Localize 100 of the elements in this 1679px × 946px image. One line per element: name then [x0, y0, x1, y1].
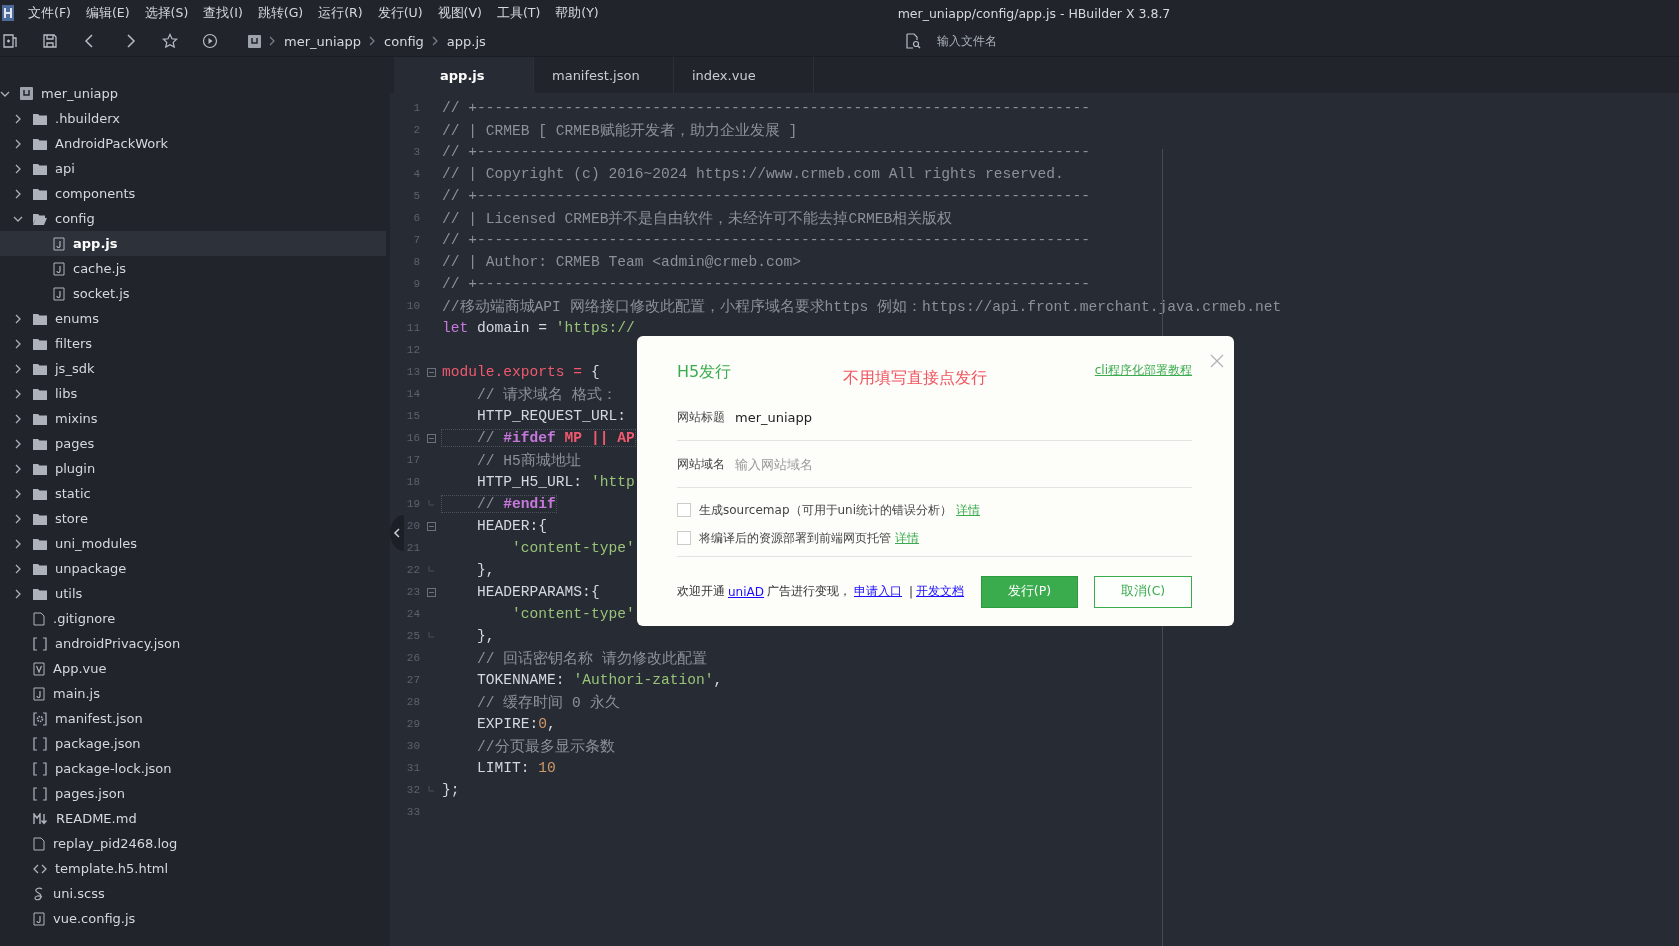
- chevron-icon[interactable]: [13, 163, 23, 174]
- dialog-title: H5发行: [677, 362, 732, 383]
- fold-icon[interactable]: [426, 367, 436, 377]
- tree-item[interactable]: uni.scss: [0, 881, 386, 906]
- menu-item[interactable]: 帮助(Y): [555, 4, 599, 22]
- tree-item[interactable]: androidPrivacy.json: [0, 631, 386, 656]
- tree-item[interactable]: components: [0, 181, 386, 206]
- menu-item[interactable]: 选择(S): [144, 4, 189, 22]
- folder-icon: [33, 587, 47, 600]
- chevron-icon[interactable]: [13, 563, 23, 574]
- tree-item[interactable]: package.json: [0, 731, 386, 756]
- tree-item[interactable]: pages.json: [0, 781, 386, 806]
- apply-link[interactable]: 申请入口: [854, 583, 902, 600]
- tree-item[interactable]: plugin: [0, 456, 386, 481]
- chevron-icon[interactable]: [13, 463, 23, 474]
- tree-item[interactable]: store: [0, 506, 386, 531]
- tree-item[interactable]: mer_uniapp: [0, 81, 386, 106]
- hint-text: 不用填写直接点发行: [843, 368, 988, 389]
- editor-tab[interactable]: app.js: [394, 57, 534, 93]
- menu-item[interactable]: 发行(U): [377, 4, 423, 22]
- chevron-icon[interactable]: [13, 188, 23, 199]
- tree-item[interactable]: static: [0, 481, 386, 506]
- collapse-sidebar-icon[interactable]: [390, 515, 404, 551]
- checkbox[interactable]: [677, 503, 691, 517]
- menu-item[interactable]: 视图(V): [437, 4, 482, 22]
- chevron-icon[interactable]: [13, 363, 23, 374]
- tree-item[interactable]: config: [0, 206, 386, 231]
- tree-item[interactable]: AndroidPackWork: [0, 131, 386, 156]
- chevron-icon[interactable]: [13, 338, 23, 349]
- input-field[interactable]: 输入网站域名: [733, 455, 1192, 473]
- chevron-icon[interactable]: [13, 438, 23, 449]
- star-icon[interactable]: [162, 33, 178, 49]
- breadcrumb-item[interactable]: config: [384, 33, 424, 49]
- line-number: 27: [405, 674, 420, 686]
- tree-item[interactable]: filters: [0, 331, 386, 356]
- tree-item[interactable]: uni_modules: [0, 531, 386, 556]
- separator: |: [909, 584, 914, 599]
- uniad-link[interactable]: uniAD: [728, 584, 764, 599]
- code-line: // +----------------------------------------------------------------------: [442, 188, 1091, 204]
- menu-item[interactable]: 工具(T): [496, 4, 541, 22]
- tree-item[interactable]: main.js: [0, 681, 386, 706]
- folder-icon: [33, 512, 47, 525]
- tree-item[interactable]: app.js: [0, 231, 386, 256]
- docs-link[interactable]: 开发文档: [916, 583, 965, 600]
- code-line: // | Copyright (c) 2016~2024 https://www.crmeb.com All rights reserved.: [442, 166, 1064, 182]
- code-line: HEADER:{: [476, 518, 548, 534]
- save-icon[interactable]: [42, 33, 58, 49]
- tree-item[interactable]: cache.js: [0, 256, 386, 281]
- tree-item[interactable]: socket.js: [0, 281, 386, 306]
- code-line: // +----------------------------------------------------------------------: [442, 276, 1091, 292]
- menu-item[interactable]: 查找(I): [203, 4, 243, 22]
- chevron-icon[interactable]: [13, 388, 23, 399]
- markdown-icon: [33, 812, 48, 825]
- footer-text: 广告进行变现，: [767, 583, 851, 600]
- line-number: 32: [405, 784, 420, 796]
- fold-icon[interactable]: [426, 521, 436, 531]
- tree-item[interactable]: api: [0, 156, 386, 181]
- tree-item[interactable]: manifest.json: [0, 706, 386, 731]
- file-search-field[interactable]: 输入文件名: [935, 33, 1679, 49]
- menu-item[interactable]: 编辑(E): [85, 4, 130, 22]
- code-line: },: [476, 562, 495, 578]
- tree-item[interactable]: README.md: [0, 806, 386, 831]
- js-file-icon: [33, 911, 45, 926]
- chevron-icon[interactable]: [13, 538, 23, 549]
- chevron-icon[interactable]: [13, 113, 23, 124]
- tree-item[interactable]: .gitignore: [0, 606, 386, 631]
- tree-item[interactable]: .hbuilderx: [0, 106, 386, 131]
- chevron-icon[interactable]: [13, 413, 23, 424]
- breadcrumb-item[interactable]: app.js: [446, 33, 486, 49]
- tree-item[interactable]: pages: [0, 431, 386, 456]
- menu-item[interactable]: 运行(R): [318, 4, 363, 22]
- menu-item[interactable]: 跳转(G): [257, 4, 304, 22]
- chevron-icon[interactable]: [13, 513, 23, 524]
- tree-item[interactable]: enums: [0, 306, 386, 331]
- breadcrumb-item[interactable]: mer_uniapp: [284, 33, 362, 49]
- tree-item[interactable]: package-lock.json: [0, 756, 386, 781]
- chevron-icon[interactable]: [13, 313, 23, 324]
- tree-item[interactable]: replay_pid2468.log: [0, 831, 386, 856]
- chevron-icon[interactable]: [13, 488, 23, 499]
- fold-icon[interactable]: [426, 587, 436, 597]
- run-icon[interactable]: [202, 33, 218, 49]
- menu-item[interactable]: 文件(F): [28, 4, 71, 22]
- fold-icon[interactable]: [426, 433, 436, 443]
- tree-item[interactable]: template.h5.html: [0, 856, 386, 881]
- tree-item[interactable]: mixins: [0, 406, 386, 431]
- tree-item[interactable]: App.vue: [0, 656, 386, 681]
- checkbox[interactable]: [677, 531, 691, 545]
- code-line: // #ifdef MP || AP: [442, 430, 635, 446]
- code-line: };: [442, 782, 460, 798]
- tree-item[interactable]: js_sdk: [0, 356, 386, 381]
- new-file-icon[interactable]: [2, 33, 18, 49]
- input-field[interactable]: mer_uniapp: [733, 408, 1192, 426]
- chevron-icon[interactable]: [13, 138, 23, 149]
- line-number: 24: [405, 608, 420, 620]
- chevron-icon[interactable]: [13, 588, 23, 599]
- footer-text: 欢迎开通: [677, 583, 725, 600]
- tree-item[interactable]: libs: [0, 381, 386, 406]
- tree-item[interactable]: vue.config.js: [0, 906, 386, 931]
- tree-item[interactable]: unpackage: [0, 556, 386, 581]
- tree-item[interactable]: utils: [0, 581, 386, 606]
